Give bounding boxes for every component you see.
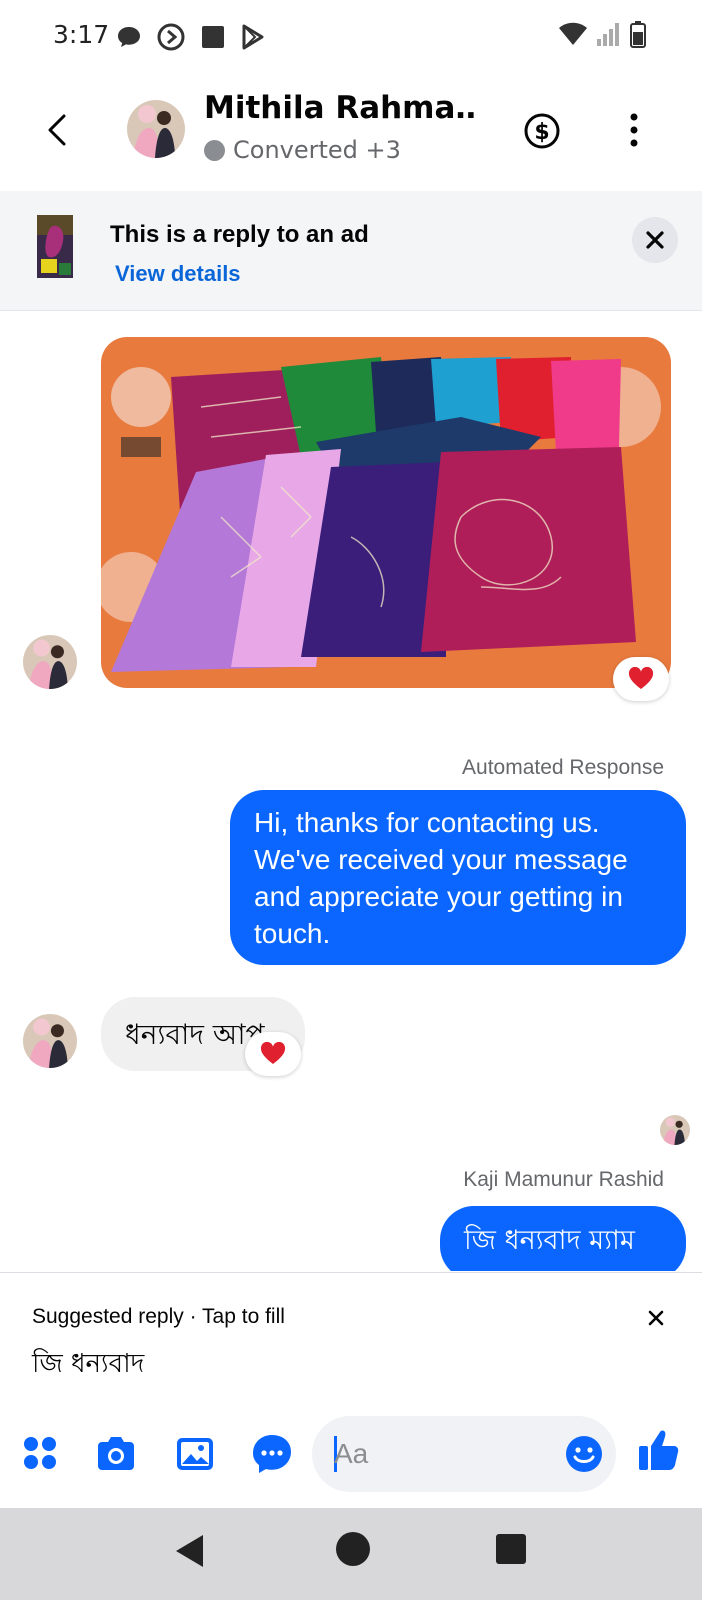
avatar-photo <box>127 100 185 158</box>
photo-message[interactable] <box>101 337 671 688</box>
message-input-container[interactable] <box>312 1416 616 1492</box>
status-label: Converted +3 <box>233 136 401 164</box>
message-thread[interactable]: Automated Response Hi, thanks for contac… <box>0 311 702 1271</box>
nav-back-button[interactable] <box>173 1532 207 1574</box>
nav-recents-button[interactable] <box>495 1533 527 1569</box>
contact-avatar[interactable] <box>127 100 185 158</box>
apps-button[interactable] <box>19 1432 63 1476</box>
thumbs-up-icon <box>639 1430 679 1470</box>
android-nav-bar <box>0 1508 702 1600</box>
ad-thumbnail-image <box>37 215 73 278</box>
payment-button[interactable]: $ <box>523 112 561 150</box>
contact-status: Converted +3 <box>204 136 401 164</box>
more-vertical-icon <box>630 113 638 147</box>
avatar-photo <box>660 1115 690 1145</box>
image-icon <box>177 1438 213 1470</box>
battery-icon <box>630 21 646 48</box>
signal-icon <box>597 23 619 46</box>
contact-name[interactable]: Mithila Rahma… <box>204 90 474 126</box>
emoji-icon <box>566 1436 602 1472</box>
suggested-reply-panel[interactable]: Suggested reply · Tap to fill জি ধন্যবাদ <box>0 1272 702 1408</box>
message-input[interactable] <box>334 1416 544 1492</box>
square-recents-icon <box>496 1534 526 1564</box>
conversation-header: Mithila Rahma… Converted +3 $ <box>0 72 702 190</box>
svg-text:$: $ <box>534 120 549 145</box>
ad-thumbnail[interactable] <box>37 215 73 278</box>
close-icon <box>648 1310 664 1326</box>
heart-reaction[interactable] <box>245 1032 301 1076</box>
suggested-reply-label: Suggested reply · Tap to fill <box>32 1305 285 1328</box>
sync-icon <box>157 23 185 51</box>
automated-response-label: Automated Response <box>462 756 664 779</box>
emoji-button[interactable] <box>564 1434 604 1474</box>
outgoing-message[interactable]: Hi, thanks for contacting us. We've rece… <box>230 790 686 965</box>
chevron-left-icon <box>48 114 66 146</box>
status-bar: 3:17 <box>0 0 702 72</box>
triangle-back-icon <box>176 1535 203 1567</box>
close-banner-button[interactable] <box>632 217 678 263</box>
chat-bubble-icon <box>253 1435 291 1473</box>
wifi-icon <box>559 22 587 45</box>
dollar-circle-icon: $ <box>524 113 560 149</box>
ad-reply-banner: This is a reply to an ad View details <box>0 191 702 311</box>
sender-name-label: Kaji Mamunur Rashid <box>463 1168 664 1191</box>
dismiss-suggestion-button[interactable] <box>645 1307 667 1329</box>
close-icon <box>646 231 664 249</box>
gallery-button[interactable] <box>173 1432 217 1476</box>
heart-icon <box>628 667 654 689</box>
suggested-reply-text[interactable]: জি ধন্যবাদ <box>32 1343 144 1387</box>
chat-features-button[interactable] <box>250 1432 294 1476</box>
apps-grid-icon <box>24 1437 56 1469</box>
system-icons <box>558 20 646 48</box>
heart-reaction[interactable] <box>613 657 669 701</box>
seen-indicator-avatar <box>660 1115 690 1145</box>
message-composer <box>0 1408 702 1508</box>
avatar-photo <box>23 635 77 689</box>
notification-icons <box>116 22 266 52</box>
status-time: 3:17 <box>53 20 110 49</box>
circle-home-icon <box>336 1532 370 1566</box>
view-details-link[interactable]: View details <box>115 261 241 287</box>
nav-home-button[interactable] <box>334 1530 372 1572</box>
like-button[interactable] <box>636 1426 680 1470</box>
sender-avatar[interactable] <box>23 635 77 689</box>
ad-banner-title: This is a reply to an ad <box>110 221 369 248</box>
status-dot <box>204 139 225 161</box>
square-icon <box>202 26 224 48</box>
camera-button[interactable] <box>94 1432 138 1476</box>
play-store-icon <box>242 24 264 50</box>
fabric-photo <box>101 337 671 688</box>
back-button[interactable] <box>40 110 76 150</box>
avatar-photo <box>23 1014 77 1068</box>
sender-avatar[interactable] <box>23 1014 77 1068</box>
outgoing-message[interactable]: জি ধন্যবাদ ম্যাম <box>440 1206 686 1271</box>
camera-icon <box>98 1437 134 1470</box>
more-options-button[interactable] <box>627 110 641 150</box>
heart-icon <box>260 1042 286 1064</box>
chat-notification-icon <box>118 27 140 47</box>
